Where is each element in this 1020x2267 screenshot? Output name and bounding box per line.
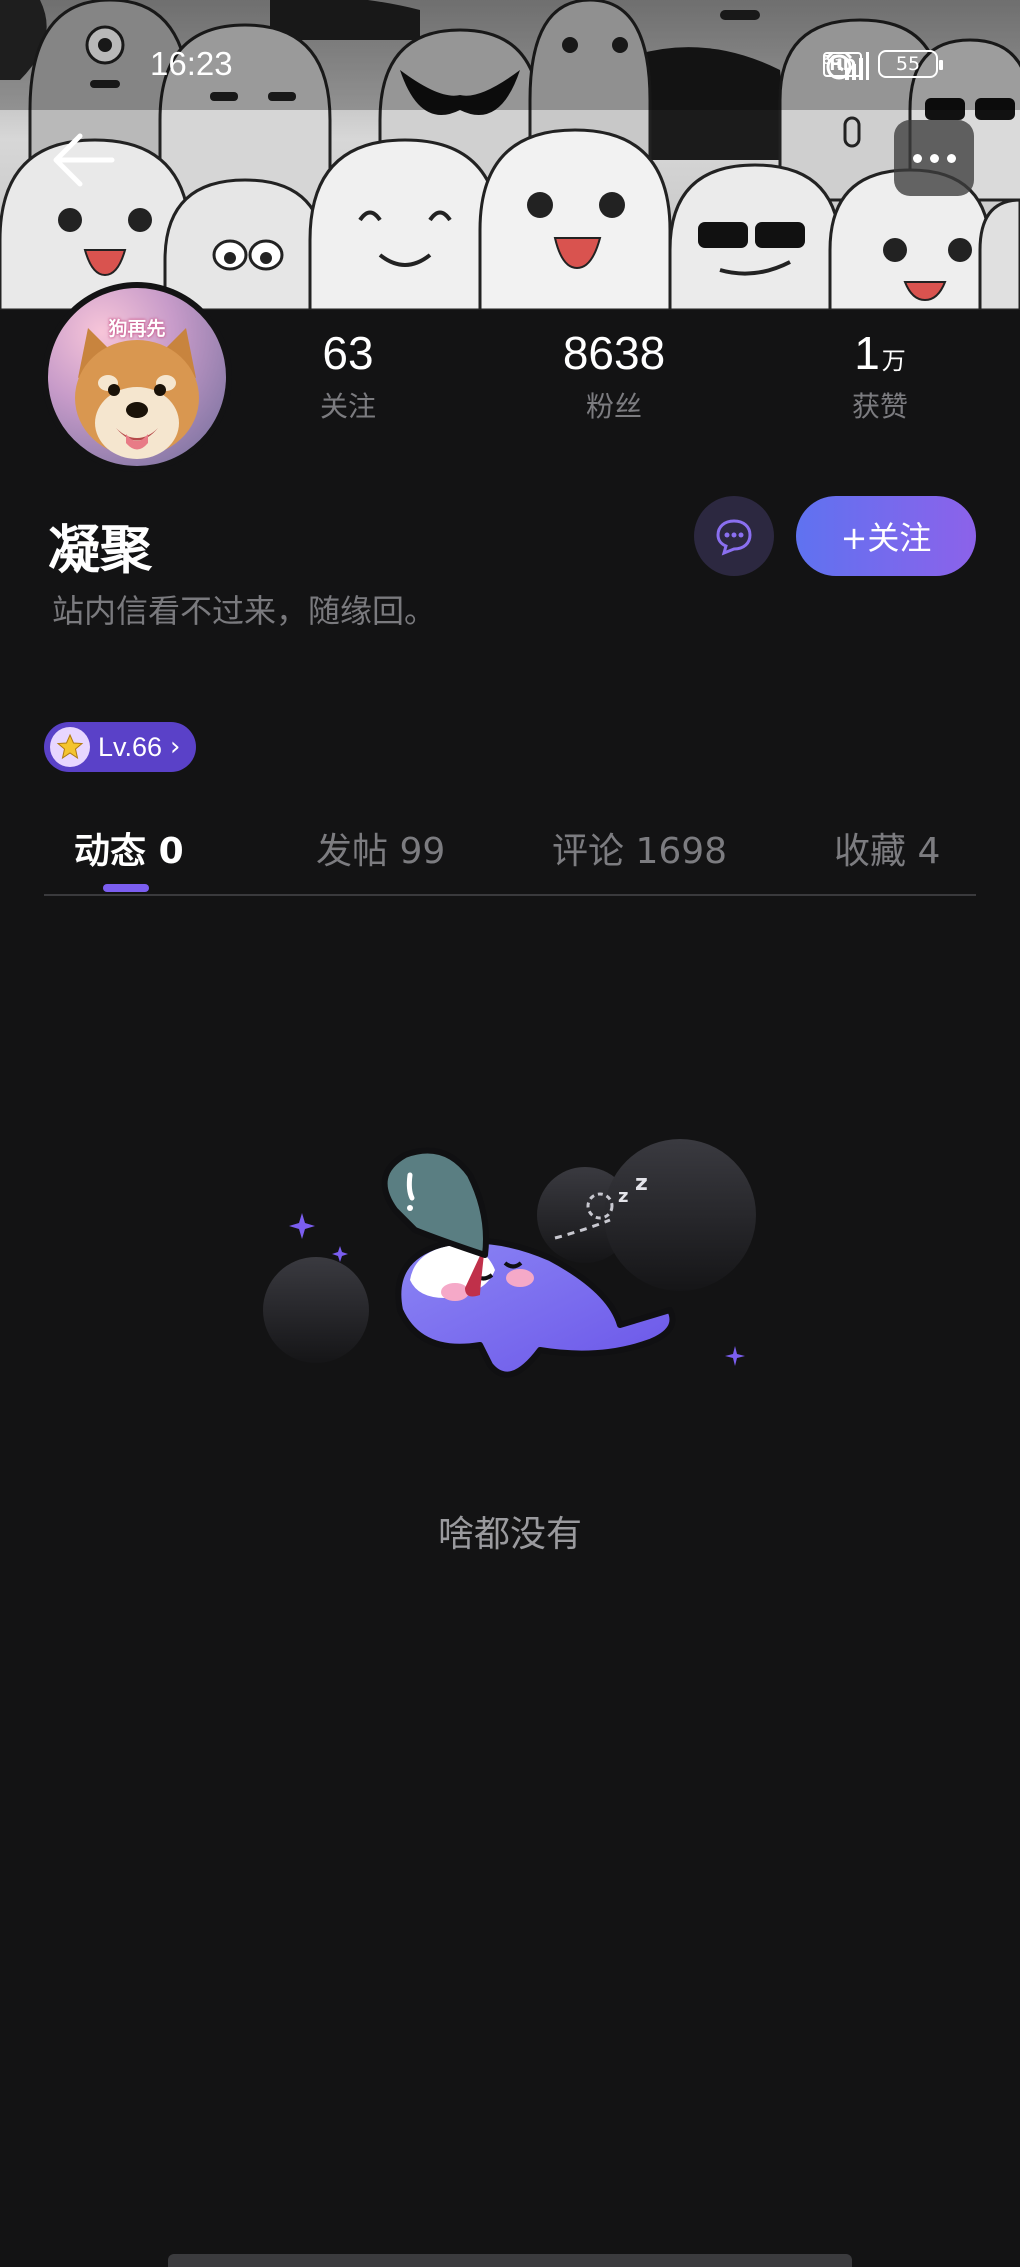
stat-followers-value: 8638 [524,328,704,379]
level-label: Lv.66 [98,731,163,762]
status-icons: HD 5G 55 [823,50,943,80]
tab-posts[interactable]: 发帖 99 [316,822,445,874]
chevron-right-icon: › [170,732,181,762]
profile-banner: 16:23 HD 5G 55 [0,0,1020,310]
status-bar: 16:23 HD 5G 55 [0,0,1020,110]
tab-posts-label: 发帖 [316,831,389,872]
stat-likes-unit: 万 [881,348,906,375]
stat-likes-label: 获赞 [851,389,908,423]
stat-likes-value: 1万 [790,328,970,379]
stat-following-label: 关注 [319,389,376,423]
stat-following[interactable]: 63 关注 [258,328,438,425]
more-dots-icon [912,153,922,163]
stat-following-number: 63 [322,327,374,379]
back-button[interactable] [50,130,120,190]
more-options-button[interactable] [894,120,974,196]
follow-button[interactable]: +关注 [796,496,976,576]
level-badge[interactable]: Lv.66 › [44,722,197,772]
chat-bubble-icon [716,519,752,556]
stat-likes[interactable]: 1万 获赞 [790,328,970,425]
profile-name: 凝聚 [48,520,153,581]
status-time: 16:23 [150,45,233,82]
tab-posts-count: 99 [399,831,446,872]
tab-favorites-count: 4 [917,831,941,872]
stat-followers-label: 粉丝 [585,389,642,423]
star-icon [50,727,90,767]
active-tab-indicator [103,884,149,892]
tab-comments-count: 1698 [635,831,728,872]
tab-comments[interactable]: 评论 1698 [552,822,727,874]
tab-favorites[interactable]: 收藏 4 [834,822,940,874]
arrow-left-icon [53,133,115,187]
stat-following-value: 63 [258,328,438,379]
tab-activity-label: 动态 [74,831,147,872]
svg-text:z: z [618,1186,628,1207]
tab-activity-count: 0 [158,831,184,872]
more-dot [929,153,939,163]
stat-followers-number: 8638 [562,327,666,379]
profile-bio: 站内信看不过来，随缘回。 [52,592,437,630]
svg-text:z: z [635,1171,648,1196]
empty-state-text: 啥都没有 [437,1514,582,1555]
message-button[interactable] [694,496,774,576]
stat-followers[interactable]: 8638 粉丝 [524,328,704,425]
network-label: 5G [823,52,840,67]
tab-comments-label: 评论 [552,831,625,872]
tab-favorites-label: 收藏 [834,831,907,872]
battery-icon: 55 [878,50,943,78]
home-indicator[interactable] [168,2254,852,2267]
profile-stats: 63 关注 8638 粉丝 1万 获赞 [0,328,1020,428]
signal-icon: 5G [823,52,870,80]
content-tabs: 动态 0 发帖 99 评论 1698 收藏 4 [44,810,976,896]
sleeping-whale-illustration: z z [263,1139,756,1378]
tab-activity[interactable]: 动态 0 [74,822,184,874]
stat-likes-number: 1 [854,327,880,379]
more-dot [946,153,956,163]
